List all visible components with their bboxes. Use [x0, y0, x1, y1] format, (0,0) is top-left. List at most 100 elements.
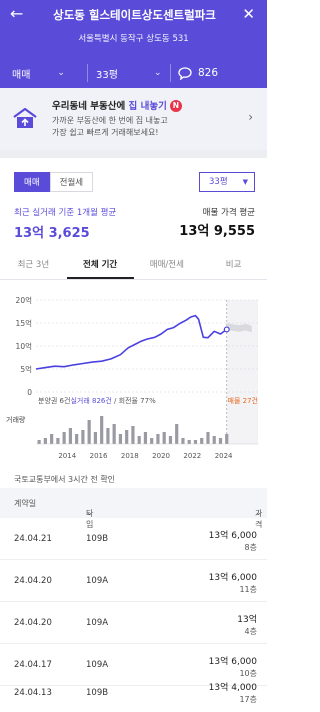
page-title: 상도동 힐스테이트상도센트럴파크 [53, 8, 216, 22]
volume-bar [87, 420, 91, 444]
y-tick-label: 15억 [16, 319, 32, 328]
tab-sale-jeonse[interactable]: 매매/전세 [134, 250, 201, 279]
x-tick-label: 2020 [152, 452, 170, 460]
trade-stats-label: 분양권 6건실거래 826건 / 회전율 77% [38, 396, 156, 405]
volume-bar [100, 416, 104, 444]
caret-down-icon: ▼ [242, 178, 248, 186]
volume-bar [162, 432, 166, 444]
volume-bar [225, 434, 229, 444]
volume-bar [106, 428, 110, 444]
chevron-down-icon: ⌄ [57, 68, 65, 78]
volume-bar [112, 424, 116, 444]
volume-bar [81, 430, 85, 444]
table-row[interactable]: 24.04.13 109B 13억 4,000 17층 [0, 674, 267, 712]
listing-count-label: 매물 27건 [228, 396, 258, 405]
volume-bar [143, 432, 148, 444]
listing-avg-label: 매물 가격 평균 [202, 208, 255, 218]
tab-all-period[interactable]: 전체 기간 [66, 250, 134, 279]
close-icon[interactable]: ✕ [242, 6, 255, 22]
area-select-label: 33평 [209, 177, 228, 187]
banner-headline-highlight: 집 내놓기 [128, 101, 167, 112]
row-date: 24.04.17 [14, 660, 52, 670]
volume-bar [212, 436, 216, 444]
table-row[interactable]: 24.04.21 109B 13억 6,000 8층 [0, 518, 267, 560]
tab-compare[interactable]: 비교 [200, 250, 267, 279]
toggle-sale[interactable]: 매매 [14, 172, 50, 192]
table-row[interactable]: 24.04.20 109A 13억 6,000 11층 [0, 560, 267, 602]
row-price: 13억 6,000 [208, 657, 257, 667]
price-chart[interactable]: 20억 15억 10억 5억 0 분양권 6건실거래 826건 / 회전율 77% 매물 2… [0, 286, 267, 464]
listing-period-band [226, 300, 258, 444]
address: 서울특별시 동작구 상도동 531 [78, 34, 189, 44]
tab-recent-3y[interactable]: 최근 3년 [0, 250, 67, 279]
volume-bar [125, 430, 129, 444]
row-date: 24.04.13 [14, 688, 52, 698]
volume-bar [168, 436, 173, 444]
row-floor: 8층 [244, 543, 257, 552]
volume-bar [93, 432, 98, 444]
sort-chevron-icon: ⌄ [255, 508, 262, 517]
app-header: ← 상도동 힐스테이트상도센트럴파크 ✕ 서울특별시 동작구 상도동 531 매… [0, 0, 267, 88]
deal-type-select[interactable]: 매매 ⌄ [12, 58, 72, 88]
section-divider [0, 150, 267, 158]
table-row[interactable]: 24.04.20 109A 13억 4층 [0, 602, 267, 644]
banner-desc-line: 가까운 부동산에 한 번에 집 내놓고 [52, 116, 168, 125]
divider [170, 64, 171, 82]
new-badge: N [169, 100, 182, 112]
x-tick-label: 2018 [121, 452, 139, 460]
row-floor: 4층 [244, 627, 257, 636]
back-arrow-icon[interactable]: ← [10, 6, 23, 22]
row-type: 109A [86, 576, 109, 586]
row-type: 109B [86, 688, 109, 698]
area-filter-select[interactable]: 33평 ⌄ [96, 58, 166, 88]
volume-bar [150, 438, 154, 444]
row-price: 13억 6,000 [208, 531, 257, 541]
volume-bar [187, 440, 191, 444]
volume-bar [118, 434, 123, 444]
price-series-line [35, 314, 228, 370]
source-note: 국토교통부에서 3시간 전 확인 [14, 475, 116, 484]
row-type: 109A [86, 660, 109, 670]
toggle-rent[interactable]: 전월세 [49, 172, 94, 192]
row-price: 13억 6,000 [208, 573, 257, 583]
volume-bar [206, 432, 210, 444]
volume-bar [181, 438, 185, 444]
list-home-banner[interactable]: 우리동네 부동산에 집 내놓기 N 가까운 부동산에 한 번에 집 내놓고 가장 … [0, 88, 267, 150]
banner-headline: 우리동네 부동산에 집 내놓기 N [52, 98, 182, 112]
listing-avg-value: 13억 9,555 [179, 224, 255, 239]
house-upload-icon [13, 107, 37, 128]
col-date-header: 계약일 [14, 499, 37, 508]
y-tick-label: 5억 [20, 365, 32, 374]
deal-type-label: 매매 [12, 69, 31, 81]
chevron-down-icon: ⌄ [86, 508, 93, 517]
recent-avg-label: 최근 실거래 기준 1개월 평균 [14, 208, 117, 218]
volume-bar [218, 438, 223, 444]
volume-bar [193, 440, 198, 444]
recent-avg-value: 13억 3,625 [14, 226, 90, 241]
chat-count: 826 [198, 67, 219, 79]
volume-bar [68, 428, 72, 444]
volume-bar [75, 434, 79, 444]
y-tick-label: 0 [27, 388, 32, 397]
row-type: 109A [86, 618, 109, 628]
volume-label: 거래량 [6, 415, 26, 424]
row-price: 13억 [237, 615, 257, 625]
x-tick-label: 2016 [90, 452, 108, 460]
row-date: 24.04.20 [14, 618, 52, 628]
x-tick-label: 2022 [183, 452, 201, 460]
volume-bar [156, 434, 160, 444]
row-type: 109B [86, 534, 109, 544]
row-date: 24.04.20 [14, 576, 52, 586]
volume-bar [137, 436, 141, 444]
trade-type-toggle: 매매 전월세 [14, 172, 94, 192]
row-price: 13억 4,000 [208, 683, 257, 693]
divider [87, 64, 88, 82]
last-trade-marker [223, 326, 230, 333]
volume-bar [175, 424, 179, 444]
chevron-right-icon: › [248, 110, 253, 124]
banner-desc-line: 가장 쉽고 빠르게 거래해보세요! [52, 128, 159, 137]
volume-bar [131, 426, 135, 444]
volume-bar [50, 434, 54, 444]
area-select[interactable]: 33평 ▼ [199, 172, 255, 192]
chat-button[interactable]: 826 [178, 58, 258, 88]
